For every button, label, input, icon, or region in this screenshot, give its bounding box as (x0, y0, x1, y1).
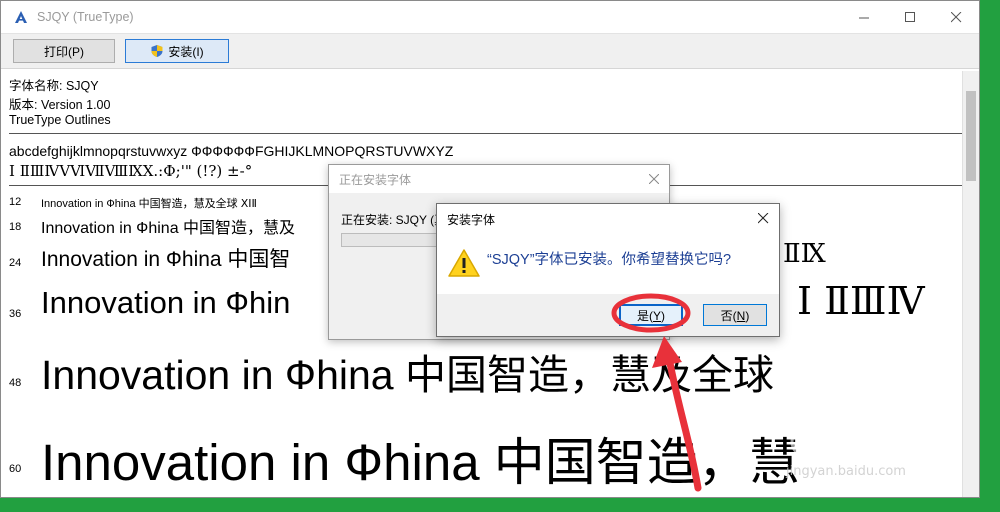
size-label-48: 48 (9, 377, 22, 389)
title-bar[interactable]: SJQY (TrueType) (1, 1, 979, 33)
yes-button-label: 是(Y) (636, 308, 665, 323)
watermark-text: 经验 (840, 420, 908, 460)
print-button[interactable]: 打印(P) (13, 39, 115, 63)
paw-logo-icon (785, 407, 825, 458)
sample-24: Innovation in Фhina 中国智 (41, 248, 291, 271)
watermark: 经验 jingyan.baidu.com (776, 404, 976, 484)
sample-24-tail: ⅡⅨ (783, 239, 826, 269)
sample-18: Innovation in Фhina 中国智造，慧及 (41, 220, 296, 237)
minimize-icon[interactable] (841, 1, 887, 33)
confirm-dialog-titlebar[interactable]: 安装字体 (437, 204, 779, 234)
font-outline-type: TrueType Outlines (9, 113, 111, 127)
app-icon (15, 11, 27, 23)
watermark-url: jingyan.baidu.com (786, 464, 906, 479)
sample-48: Innovation in Фhina 中国智造，慧及全球 (41, 352, 774, 398)
install-button-label: 安装(I) (168, 44, 204, 59)
sample-12: Innovation in Фhina 中国智造，慧及全球 ⅩⅠⅡ (41, 198, 257, 210)
size-label-12: 12 (9, 196, 22, 208)
sample-36: Innovation in Фhin (41, 285, 291, 320)
divider (9, 133, 973, 134)
yes-button[interactable]: 是(Y) (619, 304, 683, 326)
confirm-replace-dialog: 安装字体 “SJQY”字体已安装。你希望替换它吗? 是(Y) 否(N) (436, 203, 780, 337)
no-button-label: 否(N) (720, 308, 750, 323)
charset-line-1: abcdefghijklmnopqrstuvwxyz ФФФФФФFGHIJKL… (9, 143, 454, 159)
warning-icon (448, 249, 480, 277)
font-name: 字体名称: SJQY (9, 79, 99, 93)
size-label-18: 18 (9, 221, 22, 233)
confirm-message: “SJQY”字体已安装。你希望替换它吗? (487, 252, 732, 268)
size-label-24: 24 (9, 257, 22, 269)
toolbar: 打印(P) 安装(I) (1, 33, 979, 69)
scrollbar-thumb[interactable] (966, 91, 976, 181)
dialog-button-bar: 是(Y) 否(N) (437, 294, 779, 336)
installing-status: 正在安装: SJQY (真 (341, 213, 447, 227)
size-label-60: 60 (9, 463, 22, 475)
desktop-right-strip (978, 0, 1000, 512)
window-title: SJQY (TrueType) (37, 10, 134, 24)
taskbar-edge (0, 498, 1000, 512)
close-icon[interactable] (648, 171, 660, 187)
close-icon[interactable] (933, 1, 979, 33)
sample-36-tail: Ⅰ ⅡⅢⅣ (797, 279, 925, 323)
maximize-icon[interactable] (887, 1, 933, 33)
sample-60: Innovation in Фhina 中国智造，慧 (41, 434, 800, 491)
font-version: 版本: Version 1.00 (9, 98, 111, 112)
close-icon[interactable] (757, 211, 769, 227)
charset-line-2: Ⅰ ⅡⅢⅣⅤⅥⅦⅧⅨⅩ.:Ф;'" (!?) ±-° (9, 162, 253, 180)
no-button[interactable]: 否(N) (703, 304, 767, 326)
size-label-36: 36 (9, 308, 22, 320)
installing-dialog-title: 正在安装字体 (339, 172, 412, 187)
shield-icon (151, 45, 163, 57)
installing-dialog-titlebar[interactable]: 正在安装字体 (329, 165, 669, 193)
confirm-dialog-title: 安装字体 (447, 212, 496, 227)
install-button[interactable]: 安装(I) (125, 39, 229, 63)
